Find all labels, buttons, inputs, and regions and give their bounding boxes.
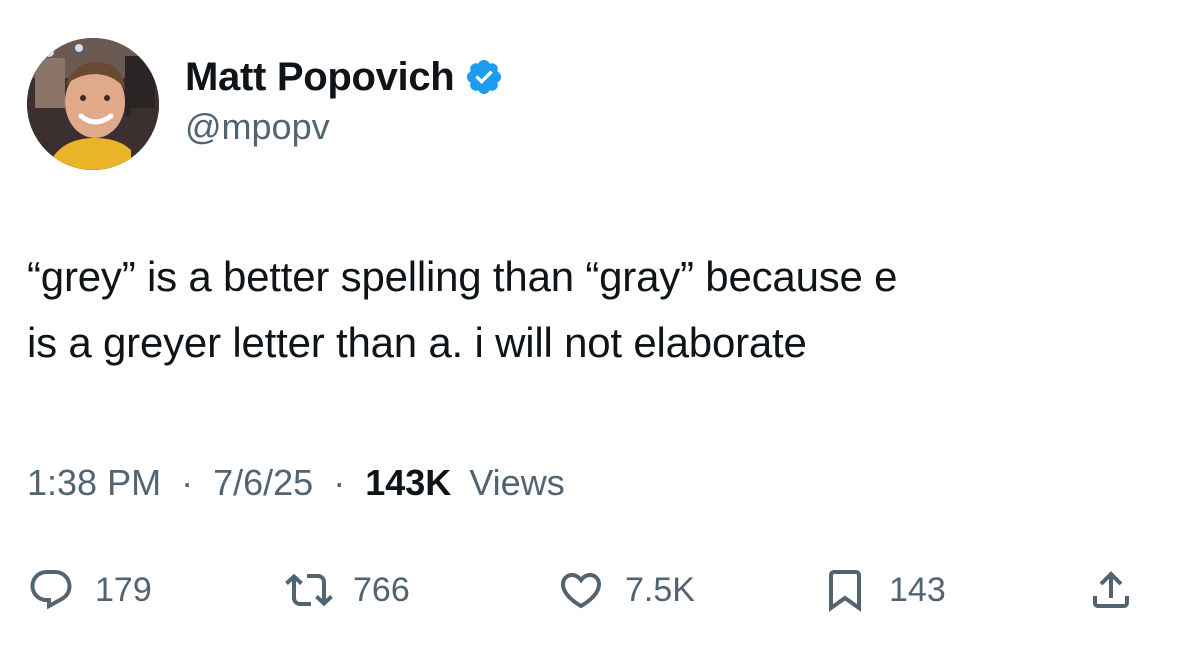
meta-separator: ·: [181, 462, 194, 503]
tweet-text: “grey” is a better spelling than “gray” …: [27, 244, 1147, 376]
views-label: Views: [469, 462, 565, 503]
meta-separator: ·: [333, 462, 346, 503]
tweet-date[interactable]: 7/6/25: [213, 462, 313, 503]
like-count: 7.5K: [625, 570, 695, 609]
author-names: Matt Popovich @mpopv: [185, 52, 504, 148]
bookmark-count: 143: [889, 570, 946, 609]
repost-count: 766: [353, 570, 410, 609]
like-button[interactable]: 7.5K: [557, 560, 695, 620]
verified-badge-icon[interactable]: [464, 57, 504, 97]
share-button[interactable]: [1087, 560, 1135, 620]
display-name[interactable]: Matt Popovich: [185, 55, 455, 100]
repost-icon: [285, 573, 333, 607]
repost-button[interactable]: 766: [285, 560, 410, 620]
reply-count: 179: [95, 570, 152, 609]
tweet-text-line: is a greyer letter than a. i will not el…: [27, 319, 807, 366]
tweet-meta: 1:38 PM · 7/6/25 · 143K Views: [27, 462, 565, 504]
display-name-row: Matt Popovich: [185, 52, 504, 102]
avatar[interactable]: [27, 38, 159, 170]
reply-button[interactable]: 179: [27, 560, 152, 620]
like-icon: [560, 573, 602, 609]
bookmark-button[interactable]: 143: [821, 560, 946, 620]
reply-icon: [30, 570, 72, 610]
tweet-header: Matt Popovich @mpopv: [27, 38, 1147, 170]
author-handle[interactable]: @mpopv: [185, 106, 504, 148]
views-count[interactable]: 143K: [365, 462, 451, 503]
share-icon: [1093, 571, 1129, 608]
tweet-text-line: “grey” is a better spelling than “gray” …: [27, 253, 898, 300]
action-bar: 179 766 7.5K 143: [27, 560, 1147, 620]
bookmark-icon: [829, 570, 861, 612]
tweet-time[interactable]: 1:38 PM: [27, 462, 161, 503]
